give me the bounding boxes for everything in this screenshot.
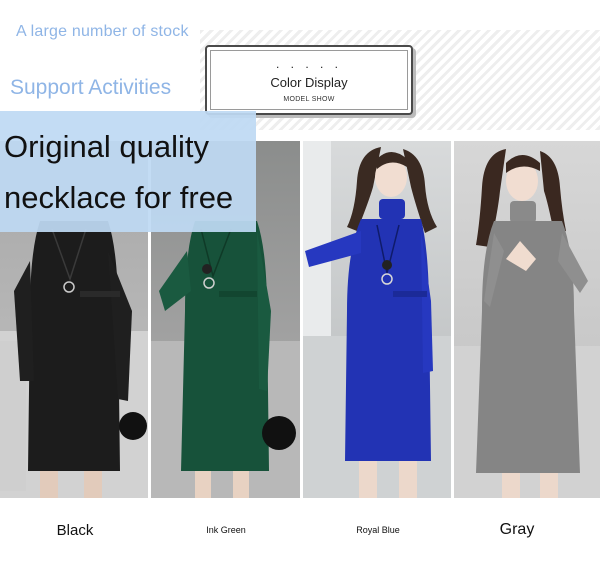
variant-label-gray[interactable]: Gray xyxy=(454,500,580,560)
model-photo-gray[interactable] xyxy=(454,141,600,498)
model-photo-royal-blue[interactable] xyxy=(303,141,451,498)
blue-dress-illustration xyxy=(303,141,451,498)
card-title: Color Display xyxy=(270,75,348,90)
card-dots: . . . . . xyxy=(275,57,342,71)
variant-label-royal-blue[interactable]: Royal Blue xyxy=(303,500,453,560)
gray-dress-illustration xyxy=(454,149,600,498)
color-display-card: . . . . . Color Display MODEL SHOW xyxy=(205,45,413,115)
stock-promo-text: A large number of stock xyxy=(16,23,189,40)
banner-line-2: necklace for free xyxy=(4,180,234,215)
support-activities-text: Support Activities xyxy=(10,76,172,99)
card-subtitle: MODEL SHOW xyxy=(283,96,335,103)
color-display-card-inner: . . . . . Color Display MODEL SHOW xyxy=(210,50,408,110)
banner-line-1: Original quality xyxy=(4,129,210,164)
variant-label-ink-green[interactable]: Ink Green xyxy=(151,500,301,560)
variant-label-black[interactable]: Black xyxy=(0,500,150,560)
